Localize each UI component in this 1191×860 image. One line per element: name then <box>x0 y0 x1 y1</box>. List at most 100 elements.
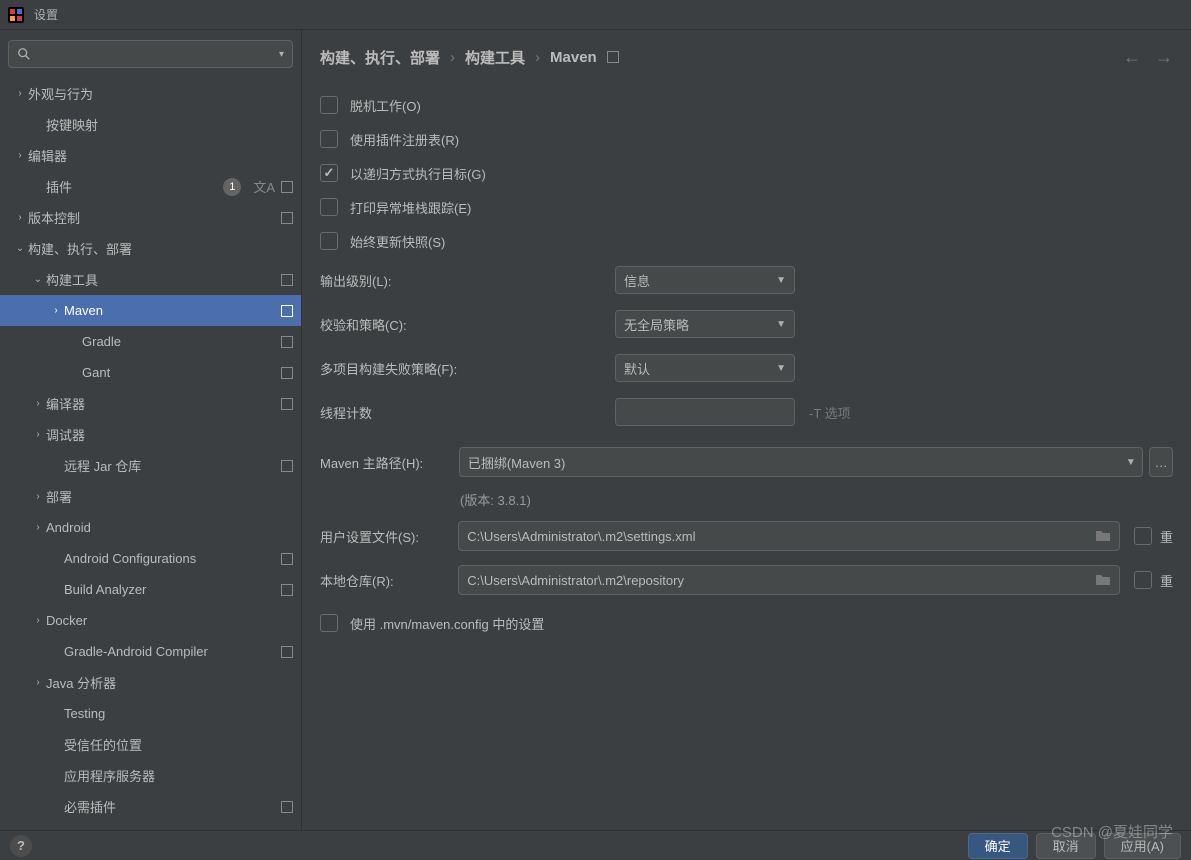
sidebar-item[interactable]: 应用程序服务器 <box>0 760 301 791</box>
sidebar-item[interactable]: 受信任的位置 <box>0 729 301 760</box>
multi-fail-label: 多项目构建失败策略(F): <box>320 359 615 378</box>
help-button[interactable]: ? <box>10 835 32 857</box>
chevron-down-icon: ▼ <box>776 363 786 374</box>
scope-indicator-icon <box>281 646 293 658</box>
titlebar: 设置 <box>0 0 1191 30</box>
sidebar-item[interactable]: ›版本控制 <box>0 202 301 233</box>
sidebar-item-label: 版本控制 <box>28 208 281 227</box>
sidebar-item[interactable]: 按键映射 <box>0 109 301 140</box>
scope-indicator-icon <box>607 51 619 63</box>
cancel-button[interactable]: 取消 <box>1036 833 1096 859</box>
tree-arrow-icon: › <box>30 615 46 626</box>
maven-home-label: Maven 主路径(H): <box>320 453 459 472</box>
scope-indicator-icon <box>281 274 293 286</box>
breadcrumb-item[interactable]: 构建工具 <box>465 47 525 68</box>
checkbox-label: 以递归方式执行目标(G) <box>350 164 486 183</box>
offline-work-checkbox[interactable]: 脱机工作(O) <box>320 88 1173 122</box>
maven-home-dropdown[interactable]: ▼ <box>1119 447 1143 477</box>
sidebar-item[interactable]: ⌄构建、执行、部署 <box>0 233 301 264</box>
settings-content: 构建、执行、部署 › 构建工具 › Maven ← → 脱机工作(O) 使用插件… <box>302 30 1191 830</box>
forward-icon[interactable]: → <box>1155 47 1173 68</box>
recursive-goals-checkbox[interactable]: 以递归方式执行目标(G) <box>320 156 1173 190</box>
override-local-repo-checkbox[interactable]: 重 <box>1134 571 1173 590</box>
sidebar-item[interactable]: ⌄构建工具 <box>0 264 301 295</box>
sidebar-item[interactable]: Gant <box>0 357 301 388</box>
sidebar-item[interactable]: 必需插件 <box>0 791 301 822</box>
breadcrumb-item[interactable]: 构建、执行、部署 <box>320 47 440 68</box>
search-field[interactable] <box>37 47 279 62</box>
settings-sidebar: ▾ ›外观与行为按键映射›编辑器插件1文A›版本控制⌄构建、执行、部署⌄构建工具… <box>0 30 302 830</box>
tree-arrow-icon: › <box>30 522 46 533</box>
apply-button[interactable]: 应用(A) <box>1104 833 1181 859</box>
sidebar-item-label: 远程 Jar 仓库 <box>64 456 281 475</box>
chevron-down-icon: ▼ <box>776 319 786 330</box>
tree-arrow-icon: › <box>30 491 46 502</box>
folder-icon[interactable] <box>1095 528 1111 544</box>
update-snapshots-checkbox[interactable]: 始终更新快照(S) <box>320 224 1173 258</box>
output-level-select[interactable]: 信息▼ <box>615 266 795 294</box>
sidebar-item-label: 应用程序服务器 <box>64 766 293 785</box>
language-icon: 文A <box>253 177 275 196</box>
user-settings-label: 用户设置文件(S): <box>320 527 458 546</box>
print-stacktrace-checkbox[interactable]: 打印异常堆栈跟踪(E) <box>320 190 1173 224</box>
sidebar-item[interactable]: Gradle-Android Compiler <box>0 636 301 667</box>
maven-home-browse-button[interactable]: … <box>1149 447 1173 477</box>
folder-icon[interactable] <box>1095 572 1111 588</box>
sidebar-item-label: 插件 <box>46 177 223 196</box>
sidebar-item-label: Gant <box>82 365 281 380</box>
sidebar-item[interactable]: Android Configurations <box>0 543 301 574</box>
sidebar-item[interactable]: ›编译器 <box>0 388 301 419</box>
override-user-settings-checkbox[interactable]: 重 <box>1134 527 1173 546</box>
sidebar-item[interactable]: ›部署 <box>0 481 301 512</box>
tree-arrow-icon: ⌄ <box>30 274 46 285</box>
sidebar-item[interactable]: ›Maven <box>0 295 301 326</box>
sidebar-item-label: 构建、执行、部署 <box>28 239 293 258</box>
checkbox-label: 重 <box>1160 527 1173 546</box>
scope-indicator-icon <box>281 584 293 596</box>
sidebar-item[interactable]: ›调试器 <box>0 419 301 450</box>
chevron-down-icon[interactable]: ▾ <box>279 49 284 60</box>
search-input[interactable]: ▾ <box>8 40 293 68</box>
scope-indicator-icon <box>281 367 293 379</box>
sidebar-item[interactable]: ›编辑器 <box>0 140 301 171</box>
sidebar-item[interactable]: 远程 Jar 仓库 <box>0 450 301 481</box>
plugin-registry-checkbox[interactable]: 使用插件注册表(R) <box>320 122 1173 156</box>
use-maven-config-checkbox[interactable]: 使用 .mvn/maven.config 中的设置 <box>320 606 1173 640</box>
sidebar-item[interactable]: Testing <box>0 698 301 729</box>
tree-arrow-icon: › <box>48 305 64 316</box>
multi-fail-select[interactable]: 默认▼ <box>615 354 795 382</box>
maven-home-input[interactable]: 已捆绑(Maven 3) <box>459 447 1124 477</box>
tree-arrow-icon: ⌄ <box>12 243 28 254</box>
sidebar-item-label: 编译器 <box>46 394 281 413</box>
sidebar-item[interactable]: Gradle <box>0 326 301 357</box>
scope-indicator-icon <box>281 553 293 565</box>
scope-indicator-icon <box>281 801 293 813</box>
scope-indicator-icon <box>281 460 293 472</box>
sidebar-item-label: 调试器 <box>46 425 293 444</box>
sidebar-item-label: 外观与行为 <box>28 84 293 103</box>
thread-count-input[interactable] <box>615 398 795 426</box>
scope-indicator-icon <box>281 181 293 193</box>
sidebar-item[interactable]: ›外观与行为 <box>0 78 301 109</box>
checksum-policy-select[interactable]: 无全局策略▼ <box>615 310 795 338</box>
checkbox-label: 脱机工作(O) <box>350 96 421 115</box>
sidebar-item[interactable]: ›Android <box>0 512 301 543</box>
count-badge: 1 <box>223 178 241 196</box>
sidebar-item-label: Build Analyzer <box>64 582 281 597</box>
scope-indicator-icon <box>281 212 293 224</box>
settings-tree[interactable]: ›外观与行为按键映射›编辑器插件1文A›版本控制⌄构建、执行、部署⌄构建工具›M… <box>0 74 301 830</box>
tree-arrow-icon: › <box>30 677 46 688</box>
ok-button[interactable]: 确定 <box>968 833 1028 859</box>
back-icon[interactable]: ← <box>1123 47 1141 68</box>
thread-hint: -T 选项 <box>809 403 851 422</box>
checkbox-label: 重 <box>1160 571 1173 590</box>
window-title: 设置 <box>34 6 58 23</box>
sidebar-item-label: Java 分析器 <box>46 673 293 692</box>
sidebar-item[interactable]: Build Analyzer <box>0 574 301 605</box>
chevron-right-icon: › <box>450 49 455 66</box>
user-settings-input[interactable]: C:\Users\Administrator\.m2\settings.xml <box>458 521 1120 551</box>
sidebar-item[interactable]: ›Java 分析器 <box>0 667 301 698</box>
sidebar-item[interactable]: ›Docker <box>0 605 301 636</box>
local-repo-input[interactable]: C:\Users\Administrator\.m2\repository <box>458 565 1120 595</box>
sidebar-item[interactable]: 插件1 文A <box>0 171 301 202</box>
